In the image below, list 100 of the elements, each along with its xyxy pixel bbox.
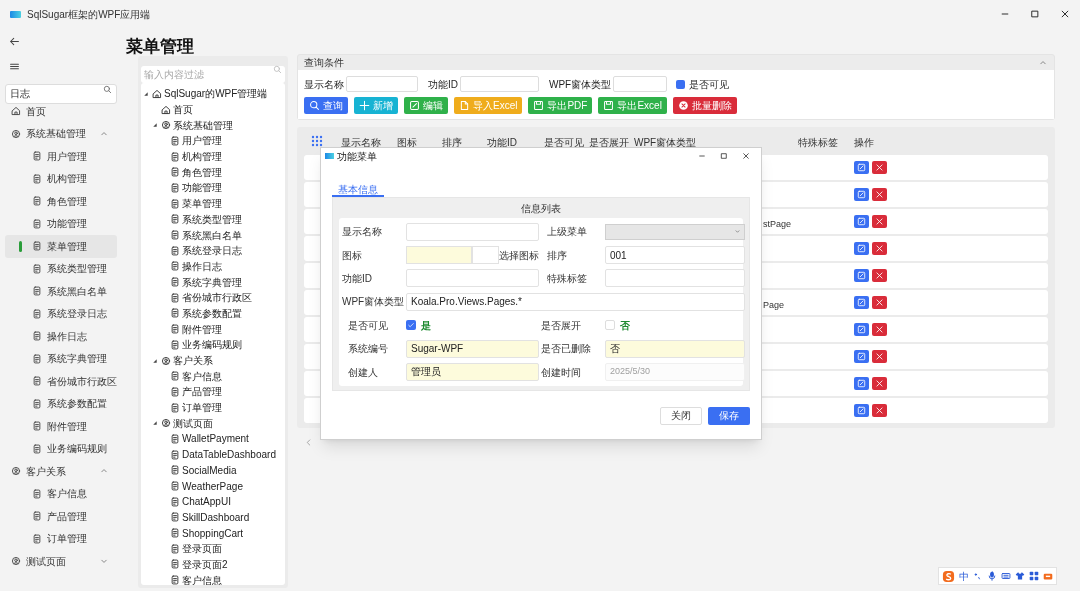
tree-item[interactable]: WalletPayment — [141, 431, 285, 447]
input-field[interactable] — [460, 76, 539, 92]
toolbox-icon[interactable] — [1043, 571, 1053, 581]
dialog-button[interactable]: 保存 — [708, 406, 750, 425]
ime-logo-icon[interactable] — [942, 569, 955, 583]
edit-button[interactable] — [854, 161, 869, 174]
tree-item[interactable]: 菜单管理 — [141, 195, 285, 212]
edit-button[interactable] — [854, 242, 869, 255]
tree-item[interactable]: 操作日志 — [141, 258, 285, 275]
expander-icon[interactable] — [151, 356, 159, 365]
delete-button[interactable] — [872, 188, 887, 201]
expander-icon[interactable] — [151, 121, 159, 130]
nav-item[interactable]: 产品管理 — [5, 505, 117, 528]
delete-button[interactable] — [872, 404, 887, 417]
input-field[interactable] — [605, 269, 745, 288]
nav-item[interactable]: 客户信息 — [5, 482, 117, 505]
shirt-icon[interactable] — [1015, 571, 1025, 581]
grid-icon[interactable] — [1029, 571, 1039, 581]
nav-item[interactable]: 系统基础管理 — [5, 122, 117, 145]
input-field[interactable]: 管理员 — [406, 363, 539, 382]
nav-item[interactable]: 省份城市行政区 — [5, 370, 117, 393]
edit-button[interactable] — [854, 350, 869, 363]
tree-item[interactable]: 客户信息 — [141, 368, 285, 385]
input-field[interactable] — [406, 246, 473, 265]
nav-item[interactable]: 订单管理 — [5, 527, 117, 550]
input-field[interactable] — [406, 222, 539, 241]
edit-button[interactable] — [854, 377, 869, 390]
delete-button[interactable] — [872, 350, 887, 363]
tree-item[interactable]: SkillDashboard — [141, 509, 285, 526]
search-field[interactable]: 日志 — [5, 84, 117, 104]
input-field[interactable]: Sugar-WPF — [406, 339, 539, 358]
edit-button[interactable] — [854, 215, 869, 228]
column-chooser-icon[interactable] — [311, 135, 323, 147]
edit-button[interactable] — [854, 188, 869, 201]
tree-item[interactable]: 用户管理 — [141, 133, 285, 149]
toolbar-button[interactable]: 查询 — [304, 97, 348, 114]
nav-item[interactable]: 机构管理 — [5, 167, 117, 190]
nav-item[interactable]: 菜单管理 — [5, 235, 117, 258]
tree-item[interactable]: 客户关系 — [141, 352, 285, 369]
delete-button[interactable] — [872, 215, 887, 228]
tree-item[interactable]: 系统登录日志 — [141, 242, 285, 259]
edit-button[interactable] — [854, 296, 869, 309]
edit-button[interactable] — [854, 404, 869, 417]
expander-icon[interactable] — [151, 419, 159, 428]
nav-item[interactable]: 操作日志 — [5, 325, 117, 348]
nav-item[interactable]: 用户管理 — [5, 145, 117, 168]
edit-button[interactable] — [854, 323, 869, 336]
delete-button[interactable] — [872, 242, 887, 255]
tree-item[interactable]: 省份城市行政区 — [141, 289, 285, 306]
nav-item[interactable]: 系统类型管理 — [5, 257, 117, 280]
checkbox[interactable] — [676, 79, 686, 89]
tree-item[interactable]: 系统类型管理 — [141, 211, 285, 228]
tree-item[interactable]: SqlSugar的WPF管理端 — [141, 86, 285, 102]
tree-item[interactable]: 系统黑白名单 — [141, 227, 285, 243]
tree-item[interactable]: DataTableDashboard — [141, 446, 285, 463]
checkbox[interactable] — [605, 320, 615, 331]
delete-button[interactable] — [872, 377, 887, 390]
nav-item[interactable]: 角色管理 — [5, 190, 117, 213]
input-field[interactable] — [406, 269, 539, 288]
expander-icon[interactable] — [142, 89, 150, 98]
tree-item[interactable]: 测试页面 — [141, 415, 285, 432]
tree-item[interactable]: 订单管理 — [141, 399, 285, 416]
tree-item[interactable]: SocialMedia — [141, 462, 285, 479]
tree-item[interactable]: 系统基础管理 — [141, 117, 285, 134]
delete-button[interactable] — [872, 323, 887, 336]
nav-item[interactable]: 附件管理 — [5, 415, 117, 438]
delete-button[interactable] — [872, 269, 887, 282]
tree-item[interactable]: 登录页面2 — [141, 556, 285, 573]
delete-button[interactable] — [872, 161, 887, 174]
nav-item[interactable]: 业务编码规则 — [5, 437, 117, 460]
delete-button[interactable] — [872, 296, 887, 309]
input-field[interactable] — [613, 76, 668, 92]
tree-item[interactable]: ChatAppUI — [141, 493, 285, 510]
tree-item[interactable]: 功能管理 — [141, 180, 285, 196]
input-field[interactable]: 001 — [605, 246, 745, 265]
tree-item[interactable]: ShoppingCart — [141, 525, 285, 541]
filter-field[interactable]: 输入内容过滤 — [141, 66, 285, 83]
tree-item[interactable]: 系统参数配置 — [141, 305, 285, 322]
checkbox[interactable] — [406, 320, 416, 331]
input-mode-label[interactable]: 中 — [959, 568, 969, 584]
tree-item[interactable]: 首页 — [141, 101, 285, 118]
tree-item[interactable]: 机构管理 — [141, 148, 285, 165]
tree-item[interactable]: 附件管理 — [141, 321, 285, 337]
nav-item[interactable]: 系统参数配置 — [5, 392, 117, 415]
toolbar-button[interactable]: 批量删除 — [672, 97, 737, 114]
tree-item[interactable]: 业务编码规则 — [141, 337, 285, 353]
nav-item[interactable]: 系统黑白名单 — [5, 280, 117, 303]
edit-button[interactable] — [854, 269, 869, 282]
tree-item[interactable]: 系统字典管理 — [141, 274, 285, 290]
tree-item[interactable]: 登录页面 — [141, 540, 285, 557]
nav-item[interactable]: 测试页面 — [5, 550, 117, 573]
input-field[interactable]: 否 — [605, 339, 745, 358]
dropdown[interactable] — [605, 223, 745, 240]
nav-item[interactable]: 系统登录日志 — [5, 302, 117, 325]
nav-item[interactable]: 功能管理 — [5, 212, 117, 235]
nav-item[interactable]: 系统字典管理 — [5, 347, 117, 370]
dialog-button[interactable]: 关闭 — [660, 406, 702, 425]
tree-item[interactable]: WeatherPage — [141, 478, 285, 494]
input-field[interactable]: Koala.Pro.Views.Pages.* — [406, 292, 745, 311]
tree-item[interactable]: 产品管理 — [141, 384, 285, 400]
